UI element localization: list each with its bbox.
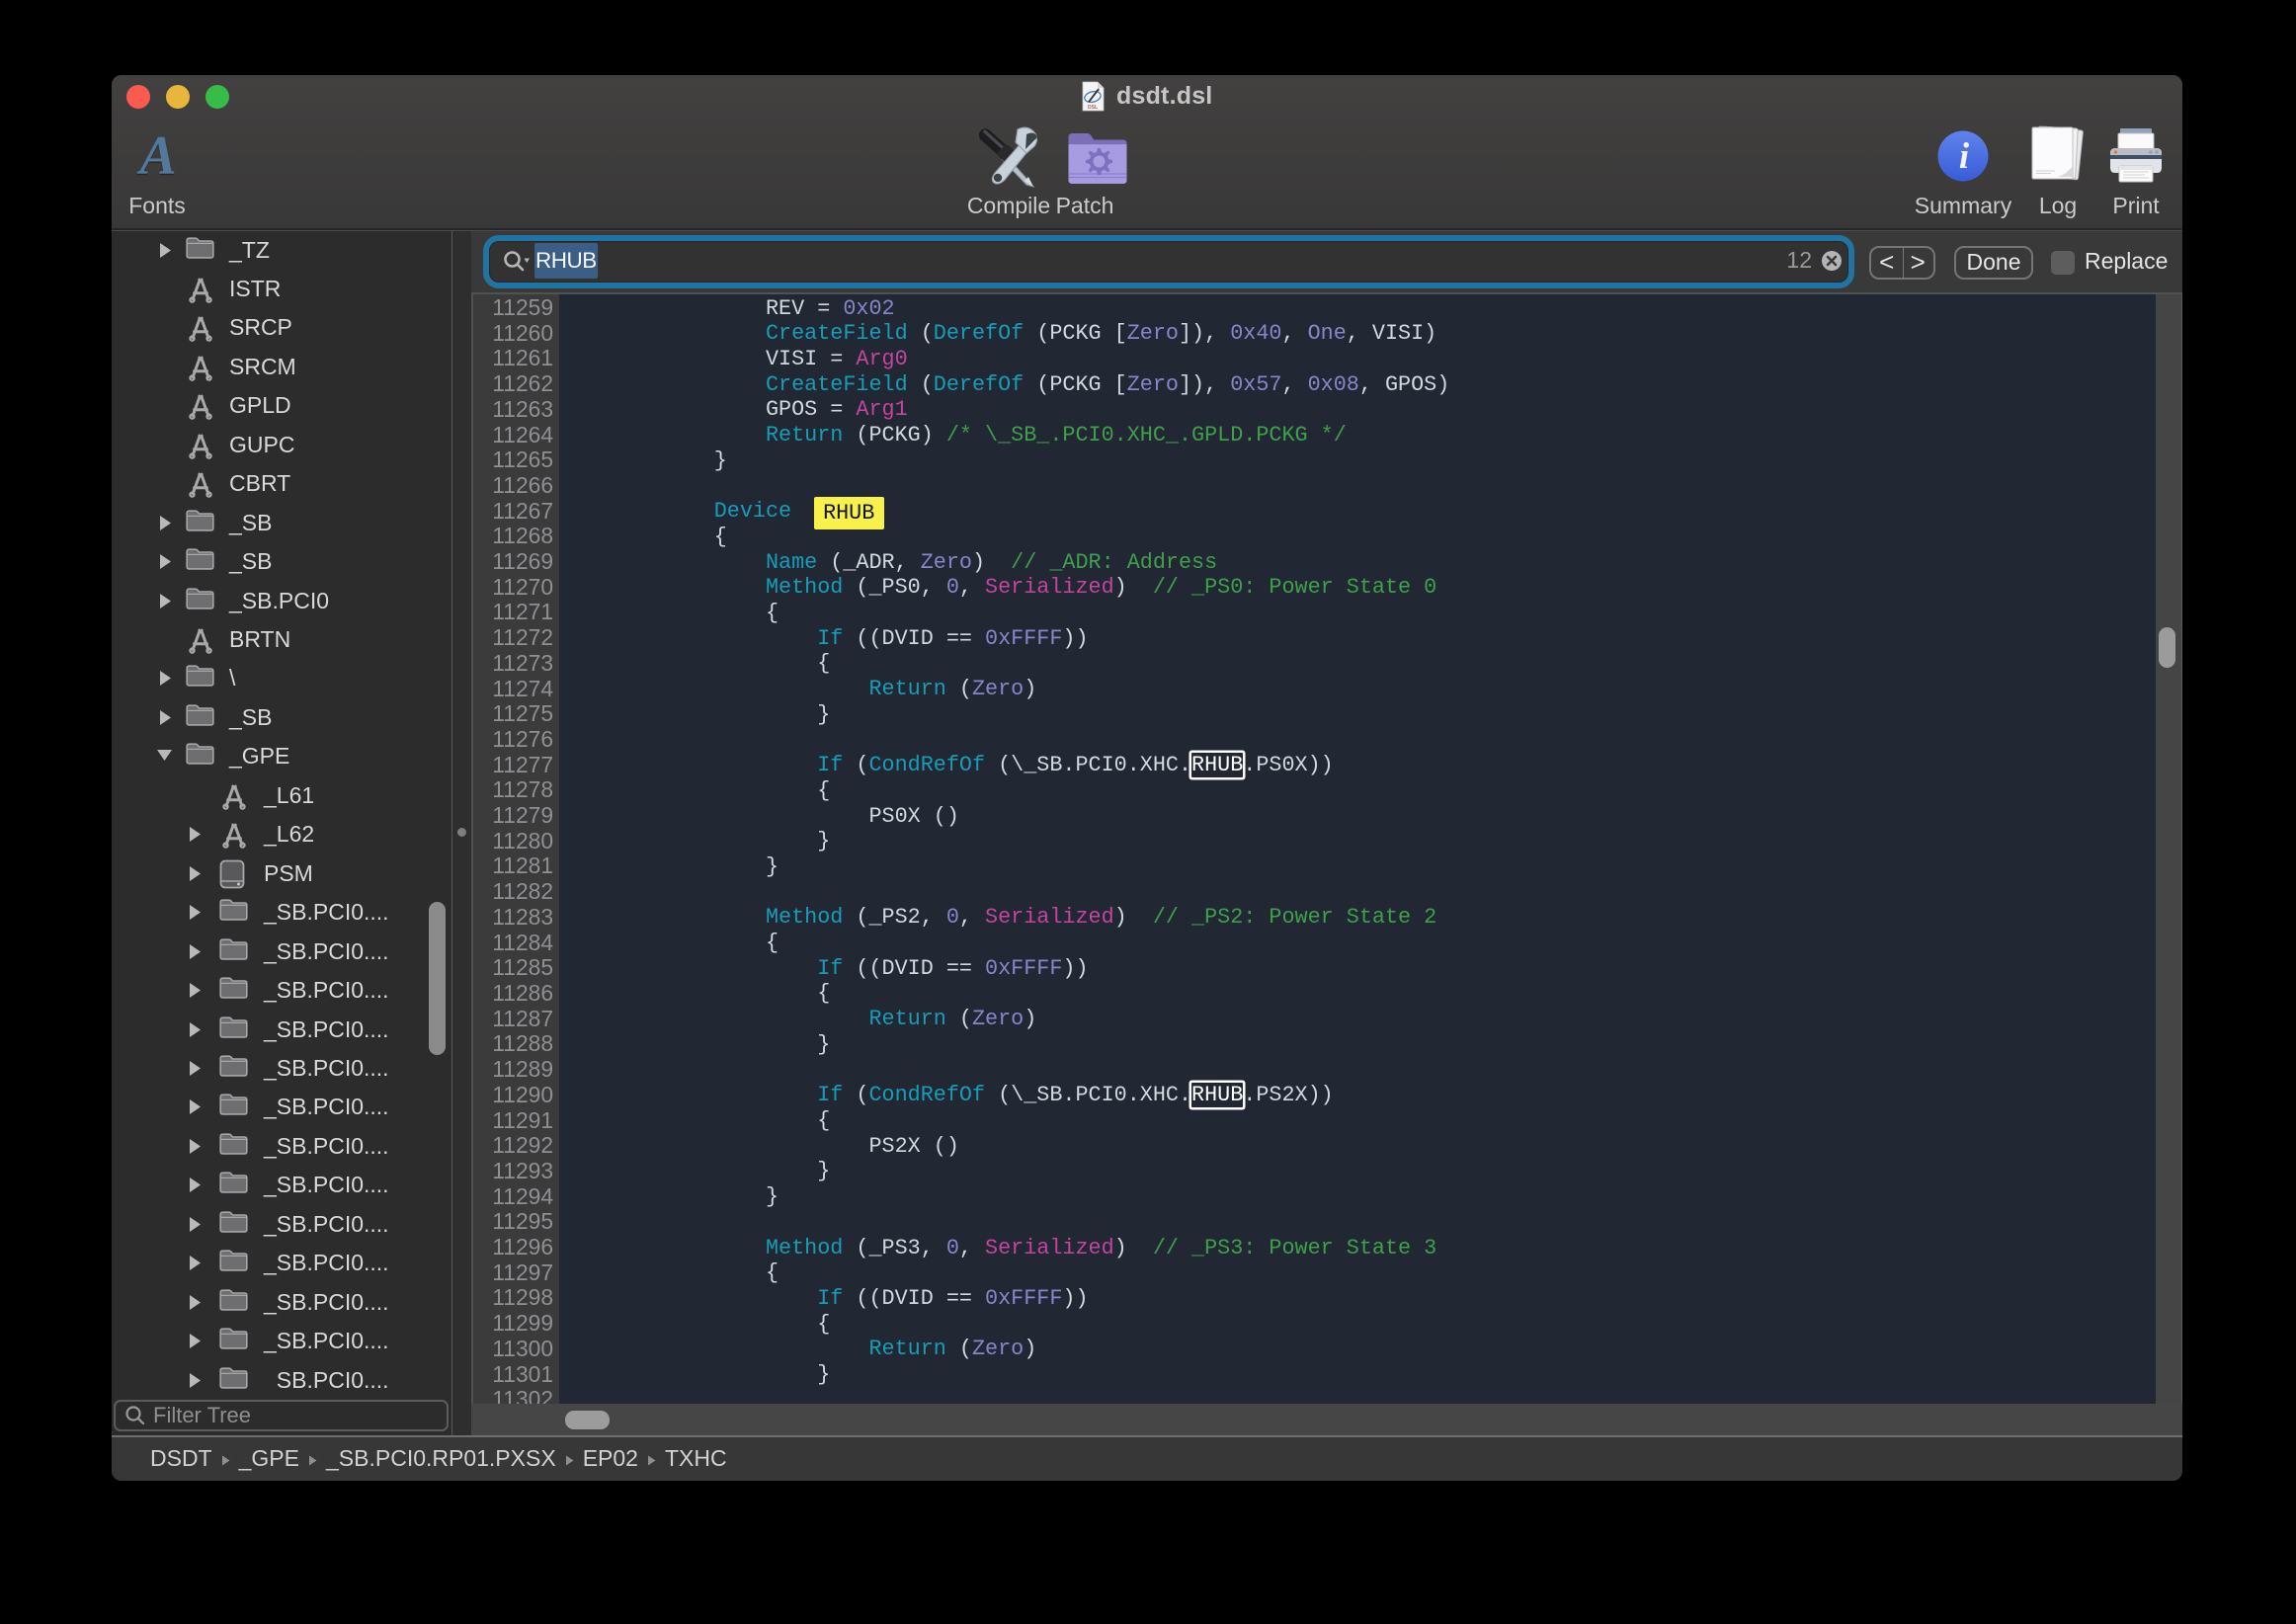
svg-text:DSL: DSL xyxy=(1088,105,1098,111)
svg-text:i: i xyxy=(1959,136,1970,177)
